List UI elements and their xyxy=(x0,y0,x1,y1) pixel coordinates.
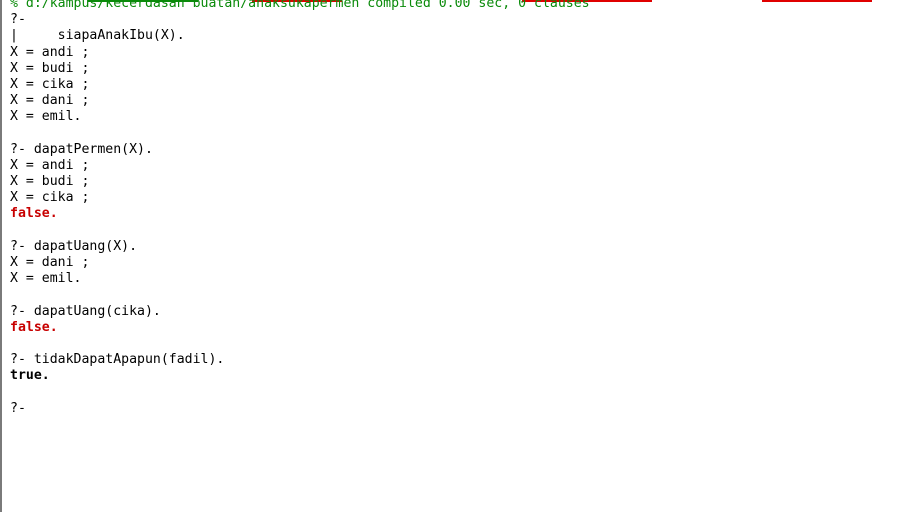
query-prompt-line: ?- dapatUang(X). xyxy=(10,238,138,254)
query-prompt-line: ?- dapatPermen(X). xyxy=(10,141,153,157)
result-line: X = emil. xyxy=(10,271,82,287)
result-line: X = andi ; xyxy=(10,44,90,60)
query-prompt-line: ?- xyxy=(10,12,26,28)
query-continuation-line: | siapaAnakIbu(X). xyxy=(10,28,185,44)
result-line: X = budi ; xyxy=(10,60,90,76)
result-line: X = cika ; xyxy=(10,190,90,206)
console-output: % d:/kampus/kecerdasan buatan/anaksukape… xyxy=(10,0,909,417)
text-cursor[interactable] xyxy=(26,401,34,415)
result-line: X = dani ; xyxy=(10,255,90,270)
false-result: false. xyxy=(10,206,58,222)
result-line: X = cika ; xyxy=(10,76,90,92)
query-prompt-line: ?- tidakDapatApapun(fadil). xyxy=(10,352,225,368)
current-input-line[interactable]: ?- xyxy=(10,401,909,417)
prolog-console-window[interactable]: % d:/kampus/kecerdasan buatan/anaksukape… xyxy=(0,0,909,512)
result-line: X = emil. xyxy=(10,109,82,125)
false-result: false. xyxy=(10,319,58,335)
result-line: X = andi ; xyxy=(10,157,90,173)
current-prompt: ?- xyxy=(10,400,26,416)
result-line: X = budi ; xyxy=(10,174,90,190)
compile-message: % d:/kampus/kecerdasan buatan/anaksukape… xyxy=(10,0,590,11)
result-line: X = dani ; xyxy=(10,93,90,109)
true-result: true. xyxy=(10,368,50,384)
query-prompt-line: ?- dapatUang(cika). xyxy=(10,303,161,319)
